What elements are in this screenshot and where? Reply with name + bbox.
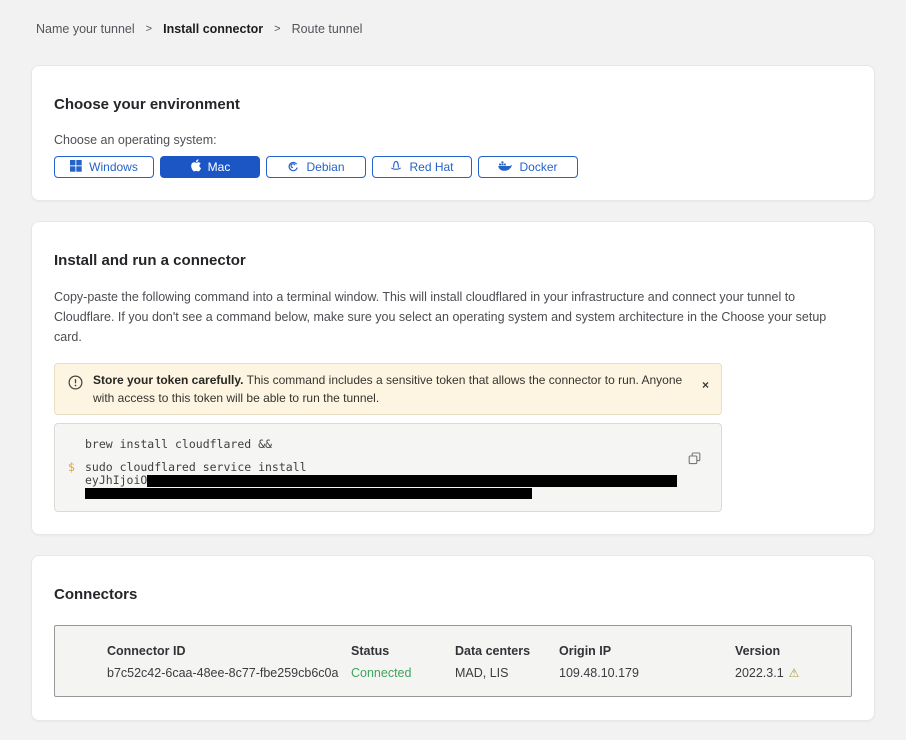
os-button-label: Red Hat [409, 160, 453, 174]
docker-icon [498, 160, 512, 174]
breadcrumb-separator: > [146, 23, 152, 35]
token-warning-title: Store your token carefully. [93, 373, 244, 387]
column-header-connector-id: Connector ID [107, 643, 351, 659]
close-icon[interactable]: × [702, 380, 709, 390]
connectors-card: Connectors Connector ID Status Data cent… [31, 555, 875, 721]
breadcrumb-name-your-tunnel[interactable]: Name your tunnel [36, 22, 135, 36]
connectors-title: Connectors [54, 586, 852, 603]
os-button-group: Windows Mac Debian Red Hat [54, 156, 852, 178]
breadcrumb-separator: > [274, 23, 280, 35]
os-select-label: Choose an operating system: [54, 133, 852, 148]
os-button-label: Docker [519, 160, 557, 174]
connectors-table: Connector ID Status Data centers Origin … [54, 625, 852, 697]
breadcrumb: Name your tunnel > Install connector > R… [31, 22, 875, 36]
column-header-status: Status [351, 643, 455, 659]
choose-environment-card: Choose your environment Choose an operat… [31, 65, 875, 201]
code-token-line: eyJhIjoiO [85, 474, 681, 487]
os-button-label: Debian [306, 160, 344, 174]
copy-icon[interactable] [688, 452, 701, 468]
token-prefix: eyJhIjoiO [85, 474, 147, 487]
token-warning-banner: Store your token carefully. This command… [54, 363, 722, 415]
alert-circle-icon [68, 375, 83, 395]
version-warning-icon: ⚠ [789, 666, 800, 680]
os-button-redhat[interactable]: Red Hat [372, 156, 472, 178]
code-line-sudo-group: $ sudo cloudflared service install eyJhI… [68, 460, 681, 502]
os-button-windows[interactable]: Windows [54, 156, 154, 178]
token-redaction-bar [85, 488, 532, 499]
os-button-label: Mac [208, 160, 231, 174]
debian-icon [287, 160, 299, 175]
column-header-origin-ip: Origin IP [559, 643, 735, 659]
page: Name your tunnel > Install connector > R… [0, 0, 906, 740]
install-command-codeblock[interactable]: brew install cloudflared && $ sudo cloud… [54, 423, 722, 512]
os-button-label: Windows [89, 160, 138, 174]
connector-version-value: 2022.3.1⚠ [735, 665, 841, 681]
shell-prompt: $ [68, 460, 85, 502]
connector-status-value: Connected [351, 665, 455, 681]
column-header-data-centers: Data centers [455, 643, 559, 659]
install-connector-description: Copy-paste the following command into a … [54, 287, 852, 347]
breadcrumb-install-connector[interactable]: Install connector [163, 22, 263, 36]
redhat-icon [390, 160, 402, 175]
os-button-mac[interactable]: Mac [160, 156, 260, 178]
token-warning-text: Store your token carefully. This command… [93, 371, 686, 407]
apple-icon [190, 159, 201, 175]
install-connector-title: Install and run a connector [54, 252, 852, 269]
os-button-debian[interactable]: Debian [266, 156, 366, 178]
code-line-brew: brew install cloudflared && [85, 437, 681, 451]
connector-id-value: b7c52c42-6caa-48ee-8c77-fbe259cb6c0a [107, 665, 351, 681]
breadcrumb-route-tunnel[interactable]: Route tunnel [292, 22, 363, 36]
column-header-version: Version [735, 643, 841, 659]
connector-data-centers-value: MAD, LIS [455, 665, 559, 681]
choose-environment-title: Choose your environment [54, 96, 852, 113]
os-button-docker[interactable]: Docker [478, 156, 578, 178]
windows-icon [70, 160, 82, 175]
code-line-sudo: sudo cloudflared service install [85, 460, 681, 474]
token-redaction-bar [147, 475, 677, 487]
connector-origin-ip-value: 109.48.10.179 [559, 665, 735, 681]
install-connector-card: Install and run a connector Copy-paste t… [31, 221, 875, 535]
